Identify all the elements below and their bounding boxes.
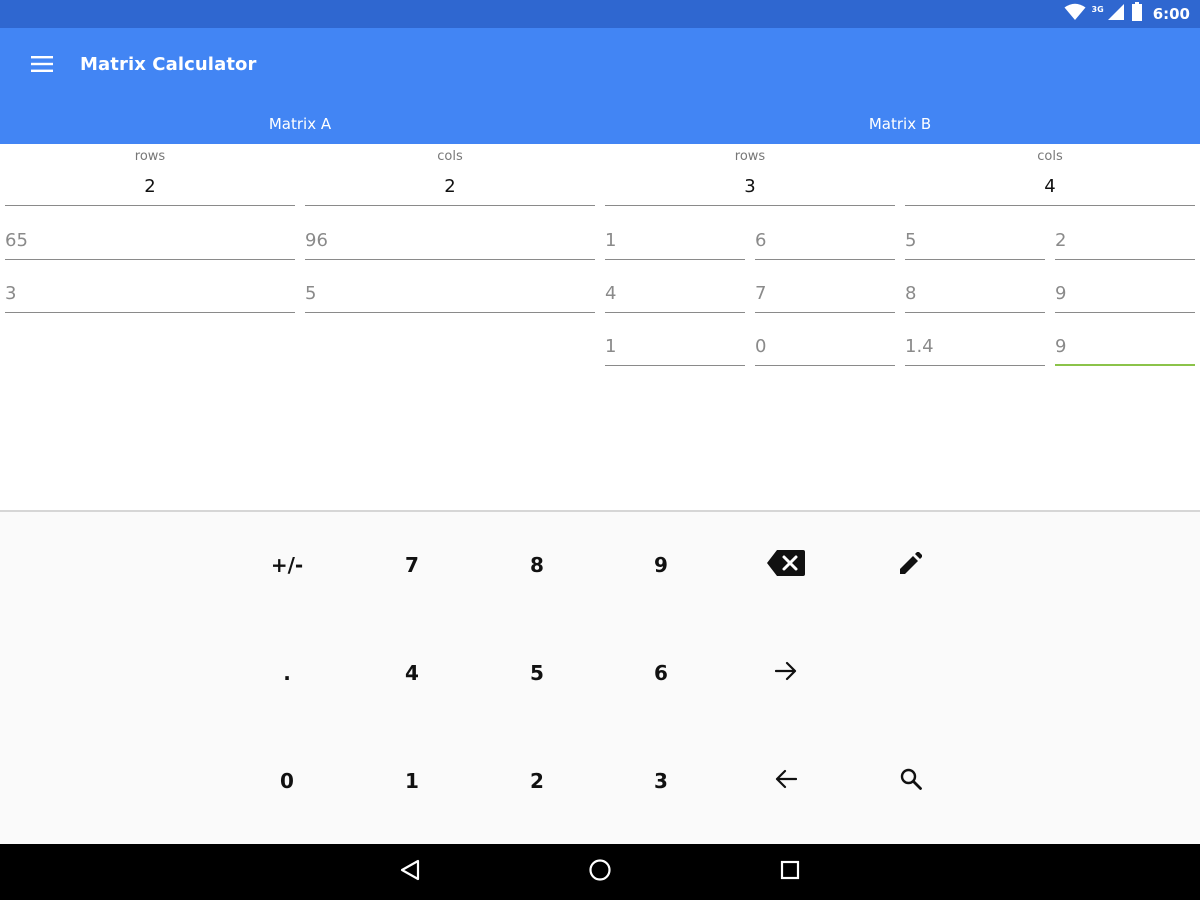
- tab-matrix-b[interactable]: Matrix B: [600, 104, 1200, 144]
- matrix-b-cols-label: cols: [1037, 149, 1063, 164]
- matrix-a-cell[interactable]: 3: [5, 275, 295, 313]
- system-nav-bar: [0, 844, 1200, 900]
- matrix-b-cell[interactable]: 2: [1055, 222, 1195, 260]
- matrix-b-cell[interactable]: 0: [755, 328, 895, 366]
- status-icons: 3G 6:00: [1064, 0, 1190, 28]
- hamburger-menu-icon: [31, 56, 53, 76]
- key-plus-minus[interactable]: +/-: [227, 515, 347, 615]
- wifi-icon: [1064, 3, 1086, 25]
- status-bar: 3G 6:00: [0, 0, 1200, 28]
- matrix-b-cell[interactable]: 6: [755, 222, 895, 260]
- pencil-icon: [900, 551, 923, 579]
- key-9[interactable]: 9: [601, 515, 721, 615]
- key-6[interactable]: 6: [601, 623, 721, 723]
- arrow-left-icon: [775, 769, 798, 794]
- recents-square-icon: [780, 860, 800, 884]
- search-icon: [900, 768, 922, 795]
- matrix-b-cell[interactable]: 4: [605, 275, 745, 313]
- key-7[interactable]: 7: [352, 515, 472, 615]
- clock: 6:00: [1152, 5, 1190, 23]
- key-8[interactable]: 8: [477, 515, 597, 615]
- matrix-b-rows-label: rows: [734, 149, 766, 164]
- cell-signal-icon: [1107, 3, 1125, 25]
- matrix-b-cell[interactable]: 1: [605, 222, 745, 260]
- recents-button[interactable]: [770, 856, 810, 888]
- key-4[interactable]: 4: [352, 623, 472, 723]
- numeric-keypad: +/- 7 8 9 . 4 5 6 0 1 2 3: [0, 512, 1200, 844]
- matrix-b-cell[interactable]: 1: [605, 328, 745, 366]
- search-button[interactable]: [851, 731, 971, 831]
- arrow-right-icon: [774, 661, 797, 686]
- key-decimal[interactable]: .: [227, 623, 347, 723]
- matrix-a-cell[interactable]: 65: [5, 222, 295, 260]
- matrix-b-cell-active[interactable]: 9: [1055, 328, 1195, 366]
- key-2[interactable]: 2: [477, 731, 597, 831]
- back-triangle-icon: [399, 859, 421, 885]
- matrix-b-rows-input[interactable]: 3: [605, 168, 895, 206]
- back-button[interactable]: [390, 856, 430, 888]
- matrix-b-cell[interactable]: 8: [905, 275, 1045, 313]
- matrix-a-cell[interactable]: 96: [305, 222, 595, 260]
- matrix-editor: rows 2 cols 2 65 96 3 5 rows 3 cols 4 1 …: [0, 144, 1200, 510]
- tab-matrix-a[interactable]: Matrix A: [0, 104, 600, 144]
- matrix-a-rows-label: rows: [134, 149, 166, 164]
- home-button[interactable]: [580, 856, 620, 888]
- matrix-a-cols-input[interactable]: 2: [305, 168, 595, 206]
- matrix-b-cell[interactable]: 5: [905, 222, 1045, 260]
- backspace-button[interactable]: [726, 515, 846, 615]
- matrix-a-cols-label: cols: [437, 149, 463, 164]
- app-bar: Matrix Calculator Matrix A Matrix B: [0, 28, 1200, 144]
- matrix-b-cols-input[interactable]: 4: [905, 168, 1195, 206]
- key-1[interactable]: 1: [352, 731, 472, 831]
- home-circle-icon: [588, 858, 612, 886]
- edit-button[interactable]: [851, 515, 971, 615]
- key-3[interactable]: 3: [601, 731, 721, 831]
- menu-button[interactable]: [20, 50, 64, 82]
- key-0[interactable]: 0: [227, 731, 347, 831]
- matrix-b-cell[interactable]: 7: [755, 275, 895, 313]
- previous-cell-button[interactable]: [726, 731, 846, 831]
- key-5[interactable]: 5: [477, 623, 597, 723]
- battery-icon: [1131, 2, 1143, 26]
- network-type-label: 3G: [1091, 4, 1104, 14]
- matrix-a-cell[interactable]: 5: [305, 275, 595, 313]
- backspace-icon: [767, 549, 805, 581]
- matrix-a-rows-input[interactable]: 2: [5, 168, 295, 206]
- app-title: Matrix Calculator: [80, 54, 257, 75]
- next-cell-button[interactable]: [726, 623, 846, 723]
- matrix-b-cell[interactable]: 1.4: [905, 328, 1045, 366]
- matrix-b-cell[interactable]: 9: [1055, 275, 1195, 313]
